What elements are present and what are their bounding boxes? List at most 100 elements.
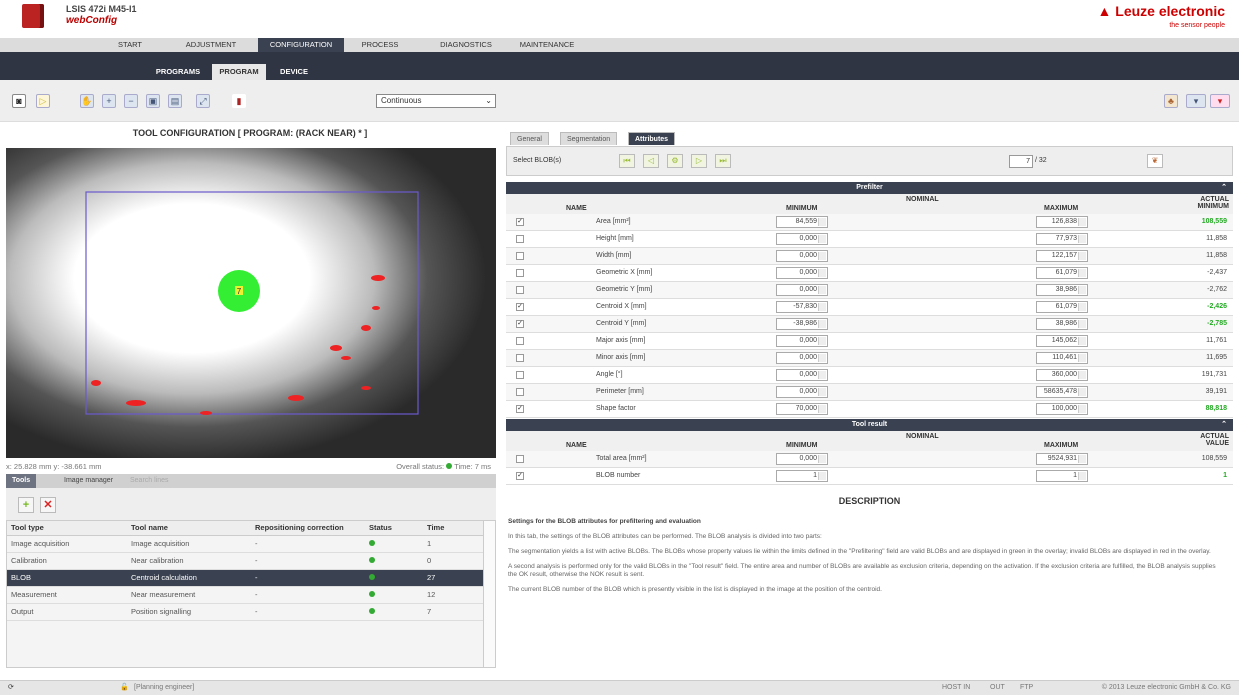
minimum-input[interactable]: 0,000 <box>776 335 828 347</box>
minimum-input[interactable]: 84,559 <box>776 216 828 228</box>
maximum-input[interactable]: 38,986 <box>1036 318 1088 330</box>
pan-hand-icon[interactable]: ✋ <box>80 94 94 108</box>
maximum-input[interactable]: 110,461 <box>1036 352 1088 364</box>
tab-attributes[interactable]: Attributes <box>628 132 676 145</box>
attribute-checkbox[interactable] <box>516 371 524 379</box>
next-blob-icon[interactable]: ▷ <box>691 154 707 168</box>
export-icon[interactable]: ▾ <box>1186 94 1206 108</box>
tab-tools[interactable]: Tools <box>6 474 37 488</box>
tab-general[interactable]: General <box>510 132 549 145</box>
attribute-checkbox[interactable]: ✓ <box>516 303 524 311</box>
attribute-row: Minor axis [mm] 0,000 110,461 11,695 <box>506 350 1233 367</box>
zoom-in-icon[interactable]: + <box>102 94 116 108</box>
subnav-device[interactable]: DEVICE <box>272 64 316 80</box>
blob-index-input[interactable]: 7 <box>1009 155 1033 168</box>
collapse-icon[interactable]: ⌃ <box>1221 182 1227 194</box>
toolresult-header: Tool result ⌃ <box>506 419 1233 431</box>
maximum-input[interactable]: 77,973 <box>1036 233 1088 245</box>
minimum-input[interactable]: 0,000 <box>776 267 828 279</box>
play-icon[interactable]: ▷ <box>36 94 50 108</box>
table-row[interactable]: Measurement Near measurement - 12 <box>7 586 483 604</box>
last-blob-icon[interactable]: ⏭ <box>715 154 731 168</box>
trigger-mode-select[interactable]: Continuous ⌄ <box>376 94 496 108</box>
add-tool-icon[interactable]: + <box>18 497 34 513</box>
nav-process[interactable]: PROCESS <box>354 38 406 52</box>
col-name: NAME <box>566 205 587 212</box>
table-row[interactable]: Image acquisition Image acquisition -1 <box>7 535 483 553</box>
maximum-input[interactable]: 1 <box>1036 470 1088 482</box>
blob-settings-icon[interactable]: ⚙ <box>667 154 683 168</box>
attribute-checkbox[interactable]: ✓ <box>516 472 524 480</box>
tab-image-manager[interactable]: Image manager <box>58 474 119 488</box>
tab-search-lines[interactable]: Search lines <box>124 474 175 488</box>
maximum-input[interactable]: 61,079 <box>1036 267 1088 279</box>
attribute-name: Major axis [mm] <box>596 337 646 344</box>
locate-blob-icon[interactable]: ❦ <box>1147 154 1163 168</box>
attribute-checkbox[interactable]: ✓ <box>516 320 524 328</box>
minimum-input[interactable]: -38,986 <box>776 318 828 330</box>
edit-roi-icon[interactable]: ⤢ <box>196 94 210 108</box>
nav-start[interactable]: START <box>100 38 160 52</box>
prev-blob-icon[interactable]: ◁ <box>643 154 659 168</box>
attribute-checkbox[interactable] <box>516 269 524 277</box>
zoom-actual-icon[interactable]: ▤ <box>168 94 182 108</box>
minimum-input[interactable]: 0,000 <box>776 233 828 245</box>
language-flag-icon[interactable]: ▾ <box>1210 94 1230 108</box>
prefilter-columns: NAME MINIMUM NOMINAL MAXIMUM ACTUAL MINI… <box>506 194 1233 214</box>
subnav-programs[interactable]: PROGRAMS <box>150 64 206 80</box>
attribute-name: Width [mm] <box>596 252 632 259</box>
maximum-input[interactable]: 100,000 <box>1036 403 1088 415</box>
maximum-input[interactable]: 145,062 <box>1036 335 1088 347</box>
maximum-input[interactable]: 126,838 <box>1036 216 1088 228</box>
refresh-icon[interactable]: ⟳ <box>8 681 14 695</box>
camera-icon[interactable]: ◙ <box>12 94 26 108</box>
actual-value: 88,818 <box>1205 405 1227 412</box>
attribute-checkbox[interactable] <box>516 252 524 260</box>
minimum-input[interactable]: 0,000 <box>776 352 828 364</box>
attribute-checkbox[interactable] <box>516 337 524 345</box>
maximum-input[interactable]: 38,986 <box>1036 284 1088 296</box>
subnav-program[interactable]: PROGRAM <box>212 64 266 80</box>
nav-diagnostics[interactable]: DIAGNOSTICS <box>430 38 502 52</box>
collapse-icon[interactable]: ⌃ <box>1221 419 1227 431</box>
zoom-fit-icon[interactable]: ▣ <box>146 94 160 108</box>
zoom-out-icon[interactable]: − <box>124 94 138 108</box>
minimum-input[interactable]: 0,000 <box>776 386 828 398</box>
nav-maintenance[interactable]: MAINTENANCE <box>510 38 584 52</box>
attribute-checkbox[interactable]: ✓ <box>516 405 524 413</box>
attribute-checkbox[interactable] <box>516 286 524 294</box>
attribute-checkbox[interactable]: ✓ <box>516 218 524 226</box>
attribute-checkbox[interactable] <box>516 235 524 243</box>
attribute-checkbox[interactable] <box>516 388 524 396</box>
maximum-input[interactable]: 58635,478 <box>1036 386 1088 398</box>
minimum-input[interactable]: 1 <box>776 470 828 482</box>
delete-tool-icon[interactable]: ✕ <box>40 497 56 513</box>
minimum-input[interactable]: -57,830 <box>776 301 828 313</box>
minimum-input[interactable]: 0,000 <box>776 453 828 465</box>
maximum-input[interactable]: 360,000 <box>1036 369 1088 381</box>
maximum-input[interactable]: 9524,931 <box>1036 453 1088 465</box>
minimum-input[interactable]: 0,000 <box>776 369 828 381</box>
tab-segmentation[interactable]: Segmentation <box>560 132 618 145</box>
attribute-checkbox[interactable] <box>516 354 524 362</box>
nav-adjustment[interactable]: ADJUSTMENT <box>175 38 247 52</box>
table-row[interactable]: Output Position signalling - 7 <box>7 603 483 621</box>
maximum-input[interactable]: 61,079 <box>1036 301 1088 313</box>
nav-configuration[interactable]: CONFIGURATION <box>258 38 344 52</box>
tools-scrollbar[interactable] <box>483 521 495 667</box>
blob-total: / 32 <box>1035 157 1047 164</box>
sensor-settings-icon[interactable]: ▮ <box>232 94 246 108</box>
minimum-input[interactable]: 0,000 <box>776 250 828 262</box>
attribute-checkbox[interactable] <box>516 455 524 463</box>
camera-image[interactable]: 7 <box>6 148 496 458</box>
table-row[interactable]: Calibration Near calibration - 0 <box>7 552 483 570</box>
table-row[interactable]: BLOB Centroid calculation - 27 <box>7 569 483 587</box>
col-maximum: MAXIMUM <box>1044 205 1079 212</box>
description-p2: The segmentation yields a list with acti… <box>508 548 1211 555</box>
minimum-input[interactable]: 0,000 <box>776 284 828 296</box>
users-icon[interactable]: ♣ <box>1164 94 1178 108</box>
attribute-name: Centroid X [mm] <box>596 303 647 310</box>
maximum-input[interactable]: 122,157 <box>1036 250 1088 262</box>
first-blob-icon[interactable]: ⏮ <box>619 154 635 168</box>
minimum-input[interactable]: 70,000 <box>776 403 828 415</box>
